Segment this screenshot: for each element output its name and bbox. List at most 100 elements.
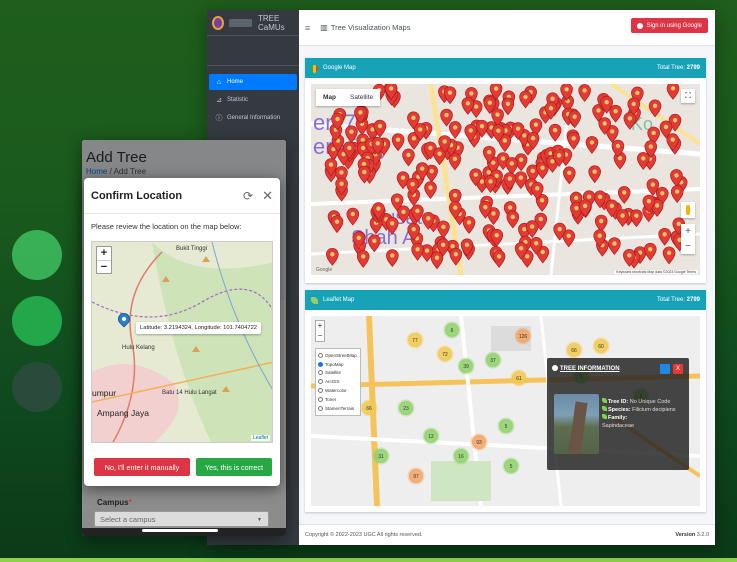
tree-marker-icon[interactable] (391, 133, 405, 152)
tree-marker-icon[interactable] (424, 181, 437, 200)
radio-button-selected[interactable] (318, 361, 323, 367)
tree-marker-icon[interactable] (402, 148, 415, 167)
sidebar-item-statistic[interactable]: ⊿ Statistic (209, 92, 297, 108)
tree-marker-icon[interactable] (411, 242, 424, 261)
radio-button[interactable] (318, 388, 323, 394)
tree-marker-icon[interactable] (630, 209, 643, 228)
tree-marker-icon[interactable] (505, 157, 519, 175)
google-map-canvas[interactable]: en 7 erprise) Pusat Shah Al Ko (311, 84, 700, 275)
google-map-header: Google Map Total Tree: 2799 (305, 58, 706, 78)
layer-option-toner[interactable]: Toner (318, 395, 358, 404)
map-type-map-button[interactable]: Map (316, 89, 343, 106)
zoom-in-button[interactable]: + (681, 224, 695, 239)
tree-marker-icon[interactable] (616, 209, 629, 228)
tree-marker-icon[interactable] (662, 246, 676, 265)
popup-close-button[interactable]: X (673, 364, 683, 374)
tree-marker-icon[interactable] (386, 249, 399, 268)
tree-marker-icon[interactable] (492, 250, 506, 268)
brand[interactable]: TREE CaMUs (207, 10, 299, 36)
enter-manually-button[interactable]: No, I'll enter it manually (94, 458, 190, 476)
radio-button[interactable] (318, 405, 323, 411)
leaflet-map-title: Leaflet Map (323, 297, 355, 303)
google-signin-button[interactable]: Sign in using Google (630, 18, 708, 33)
zoom-in-button[interactable]: + (97, 247, 111, 260)
brand-sublogo (229, 18, 252, 27)
tree-marker-icon[interactable] (585, 136, 599, 154)
layer-option-stamenterrain[interactable]: StamenTerrain (318, 404, 358, 413)
tree-marker-dot (505, 101, 511, 107)
tree-marker-icon[interactable] (519, 90, 532, 109)
campus-select[interactable]: Select a campus ▼ (94, 511, 269, 527)
tree-marker-icon[interactable] (594, 214, 608, 233)
leaflet-attribution[interactable]: Leaflet (250, 435, 270, 441)
tree-marker-icon[interactable] (506, 210, 520, 229)
topbar: ≡ ▥ Tree Visualization Maps Sign in usin… (299, 10, 715, 46)
layer-option-watercolor[interactable]: Watercolor (318, 386, 358, 395)
tree-marker-icon[interactable] (430, 251, 444, 270)
google-attribution[interactable]: Keyboard shortcuts Map data ©2023 Google… (614, 270, 698, 274)
tree-marker-icon[interactable] (658, 227, 671, 246)
close-icon[interactable]: ✕ (262, 188, 273, 204)
location-map[interactable]: + − Bukit Tinggi Hulu Kelang Ampang Jaya… (91, 241, 273, 443)
tree-marker-dot (375, 141, 380, 146)
sidebar-item-home[interactable]: ⌂ Home (209, 74, 297, 90)
cluster-count: 126 (519, 334, 528, 340)
tree-marker-icon[interactable] (346, 207, 360, 226)
tree-marker-icon[interactable] (578, 84, 591, 102)
tree-marker-icon[interactable] (617, 186, 631, 204)
tree-marker-icon[interactable] (563, 166, 576, 185)
info-icon: ⓘ (215, 115, 223, 122)
street-view-pegman-icon[interactable] (681, 202, 695, 218)
popup-info-button[interactable] (660, 364, 670, 374)
tree-marker-dot (442, 139, 447, 144)
map-type-satellite-button[interactable]: Satellite (343, 89, 380, 106)
tree-marker-dot (518, 175, 524, 180)
layer-label: Satellite (325, 370, 342, 376)
tree-marker-icon[interactable] (501, 97, 515, 116)
tree-marker-icon[interactable] (356, 250, 370, 268)
radio-button[interactable] (318, 370, 323, 376)
tree-marker-dot (518, 157, 524, 162)
tree-marker-icon[interactable] (588, 165, 601, 184)
layer-option-openstreetmap[interactable]: OpenStreetMap (318, 351, 358, 360)
sidebar-item-general-information[interactable]: ⓘ General Information (209, 110, 297, 126)
tree-marker-dot (429, 168, 434, 174)
refresh-icon[interactable]: ⟳ (243, 189, 253, 203)
home-icon: ⌂ (216, 78, 222, 86)
leaflet-map[interactable]: 776721266660393761236693125163159736 + −… (311, 316, 700, 506)
tree-marker-icon[interactable] (462, 216, 476, 234)
tree-marker-icon[interactable] (643, 242, 657, 261)
layer-option-arcgis[interactable]: ArcGIS (318, 377, 358, 386)
radio-button[interactable] (318, 352, 323, 358)
zoom-out-button[interactable]: − (681, 239, 695, 254)
tree-marker-icon[interactable] (568, 110, 581, 129)
layer-option-satellite[interactable]: Satellite (318, 369, 358, 378)
confirm-location-button[interactable]: Yes, this is correct (196, 458, 272, 476)
tree-marker-dot (453, 251, 459, 257)
tree-marker-icon[interactable] (670, 185, 684, 204)
family-row: Family: Sapindaceae (602, 414, 686, 430)
zoom-out-button[interactable]: − (97, 260, 111, 273)
fullscreen-icon[interactable]: ⛶ (681, 89, 695, 103)
radio-button[interactable] (318, 379, 323, 385)
tree-marker-icon[interactable] (548, 123, 562, 142)
tree-marker-icon[interactable] (514, 171, 528, 190)
tree-marker-dot (574, 206, 579, 211)
sidebar-nav: ⌂ Home ⊿ Statistic ⓘ General Information (207, 74, 299, 126)
tree-marker-icon[interactable] (326, 248, 339, 266)
layer-option-topomap[interactable]: TopoMap (318, 360, 358, 369)
location-map-zoom-control: + − (96, 246, 112, 274)
tree-marker-icon[interactable] (437, 220, 450, 239)
home-indicator[interactable] (142, 529, 218, 532)
tree-marker-dot (464, 242, 470, 248)
google-map[interactable]: en 7 erprise) Pusat Shah Al Ko Map Satel… (311, 84, 700, 275)
tree-marker-icon[interactable] (609, 104, 622, 123)
radio-button[interactable] (318, 396, 323, 402)
tree-marker-icon[interactable] (330, 215, 344, 234)
tree-marker-icon[interactable] (608, 237, 621, 255)
zoom-in-button[interactable]: + (316, 321, 324, 331)
leaf-icon (602, 406, 607, 411)
zoom-out-button[interactable]: − (316, 331, 324, 341)
tree-marker-dot (406, 152, 411, 158)
hamburger-menu-icon[interactable]: ≡ (305, 23, 310, 33)
